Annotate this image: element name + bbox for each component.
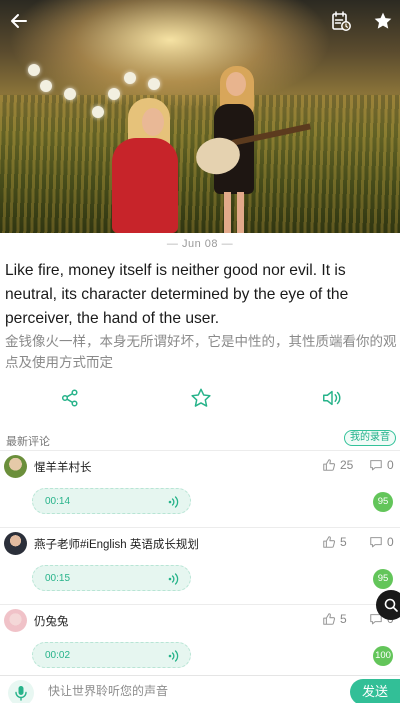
comment-username[interactable]: 仍兔兔 [34,613,69,629]
favorite-button[interactable] [370,8,396,34]
sound-wave-icon [168,650,179,662]
voice-message[interactable]: 00:15 [32,565,191,591]
star-outline-icon [191,388,211,407]
reply-button[interactable]: 0 [369,535,394,549]
flower [124,72,136,84]
voice-message[interactable]: 00:14 [32,488,191,514]
comments-header: 最新评论 我的录音 [6,430,396,448]
star-icon [374,12,392,29]
quote-english: Like fire, money itself is neither good … [5,262,349,327]
share-icon [61,389,78,407]
flower [108,88,120,100]
avatar[interactable] [4,455,27,478]
like-count: 5 [340,612,347,626]
thumbs-up-icon [323,459,336,471]
calendar-clock-icon [332,11,351,31]
action-bar [0,384,400,412]
date-label: — Jun 08 — [166,238,234,250]
score-badge: 100 [373,646,393,666]
sound-wave-icon [168,496,179,508]
comment-username[interactable]: 惺羊羊村长 [34,459,92,475]
floating-search-button[interactable] [376,590,400,620]
voice-duration: 00:15 [45,573,71,584]
comment-item: 惺羊羊村长 25 0 00:14 95 [0,452,400,530]
my-recording-button[interactable]: 我的录音 [344,430,396,446]
score-badge: 95 [373,492,393,512]
sound-wave-icon [168,573,179,585]
comment-icon [370,460,382,471]
reply-count: 0 [387,535,394,549]
avatar[interactable] [4,609,27,632]
voice-duration: 00:02 [45,650,71,661]
like-count: 5 [340,535,347,549]
calendar-button[interactable] [328,8,354,34]
quote-chinese: 金钱像火一样，本身无所谓好坏，它是中性的，其性质端看你的观点及使用方式而定 [5,334,397,370]
avatar[interactable] [4,532,27,555]
voice-message[interactable]: 00:02 [32,642,191,668]
collect-button[interactable] [187,384,215,412]
flower [64,88,76,100]
hero-image [0,0,400,233]
microphone-icon [15,686,27,701]
flower [148,78,160,90]
back-button[interactable] [6,8,32,34]
thumbs-up-icon [323,613,336,625]
divider [0,527,400,528]
comment-input[interactable] [42,679,342,703]
record-button[interactable] [8,680,34,703]
divider [0,604,400,605]
play-audio-button[interactable] [318,384,346,412]
share-button[interactable] [56,384,84,412]
voice-duration: 00:14 [45,496,71,507]
send-button[interactable]: 发送 [350,679,400,703]
thumbs-up-icon [323,536,336,548]
comment-icon [370,537,382,548]
arrow-left-icon [11,14,27,28]
search-icon [384,598,398,612]
flower [28,64,40,76]
comment-item: 仍兔兔 5 0 00:02 100 [0,606,400,684]
flower [92,106,104,118]
bottom-input-bar: 发送 [0,675,400,703]
reply-button[interactable]: 0 [369,458,394,472]
comment-username[interactable]: 燕子老师#iEnglish 英语成长规划 [34,536,199,552]
like-button[interactable]: 25 [322,458,353,472]
reply-count: 0 [387,458,394,472]
like-count: 25 [340,458,354,472]
score-badge: 95 [373,569,393,589]
latest-comments-label: 最新评论 [6,436,50,448]
comment-item: 燕子老师#iEnglish 英语成长规划 5 0 00:15 95 [0,529,400,607]
divider [0,450,400,451]
speaker-icon [323,390,341,406]
flower [40,80,52,92]
like-button[interactable]: 5 [322,612,347,626]
like-button[interactable]: 5 [322,535,347,549]
